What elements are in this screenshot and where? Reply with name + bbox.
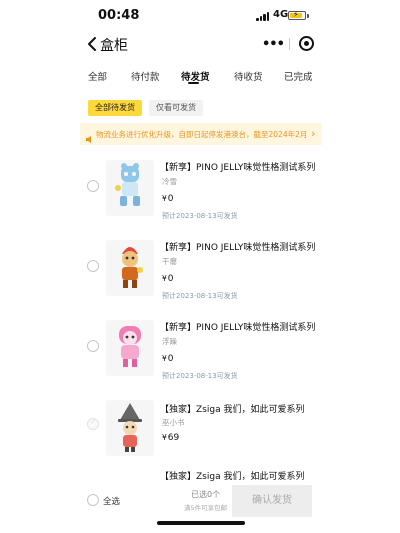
item-price: ¥69 [162, 433, 179, 443]
item-select-radio[interactable] [87, 340, 99, 352]
list-item: 【独家】Zsiga 我们，如此可爱系列 [0, 466, 400, 482]
speaker-icon [85, 129, 94, 143]
order-status-tabs: 全部 待付款 待发货 待收货 已完成 [0, 64, 400, 88]
capsule-divider [289, 38, 290, 50]
product-image[interactable] [106, 400, 154, 456]
item-variant: 冷雪 [162, 177, 177, 186]
list-item: 【新享】PINO JELLY味觉性格测试系列 浮躁 ¥0 预计2023-08-1… [0, 318, 400, 398]
list-item: 【新享】PINO JELLY味觉性格测试系列 干瘪 ¥0 预计2023-08-1… [0, 238, 400, 318]
price-currency: ¥ [162, 274, 167, 283]
item-variant: 干瘪 [162, 257, 177, 266]
notice-text: 物流业务进行优化升级，自即日起停发港澳台，截至2024年2月28日 [96, 130, 308, 139]
network-type: 4G [273, 9, 289, 20]
tab-pending-payment[interactable]: 待付款 [131, 69, 160, 83]
cellular-signal-icon [256, 12, 270, 21]
tab-pending-shipment[interactable]: 待发货 [181, 69, 210, 83]
item-ship-date: 预计2023-08-13可发货 [162, 292, 238, 300]
item-price: ¥0 [162, 274, 174, 284]
status-time: 00:48 [98, 8, 140, 23]
status-bar: 00:48 4G ⚡ [0, 0, 400, 30]
item-title: 【新享】PINO JELLY味觉性格测试系列 [160, 163, 316, 173]
chevron-right-icon: › [311, 127, 316, 140]
item-variant: 巫小书 [162, 418, 185, 427]
item-title: 【新享】PINO JELLY味觉性格测试系列 [160, 243, 316, 253]
price-value: 69 [167, 433, 180, 443]
item-ship-date: 预计2023-08-13可发货 [162, 372, 238, 380]
price-currency: ¥ [162, 433, 167, 442]
confirm-ship-button[interactable]: 确认发货 [232, 485, 312, 517]
price-value: 0 [167, 194, 174, 204]
item-title: 【独家】Zsiga 我们，如此可爱系列 [160, 405, 305, 415]
item-price: ¥0 [162, 354, 174, 364]
bottom-action-bar: 全选 已选0个 满5件可享包邮 确认发货 [0, 482, 400, 533]
mini-program-capsule: ••• [258, 33, 318, 55]
item-title: 【新享】PINO JELLY味觉性格测试系列 [160, 323, 316, 333]
shipping-hint: 满5件可享包邮 [184, 504, 228, 512]
page-title: 盒柜 [100, 38, 128, 54]
navigation-bar: 盒柜 ••• [0, 30, 400, 58]
price-value: 0 [167, 274, 174, 284]
tab-pending-receipt[interactable]: 待收货 [234, 69, 263, 83]
item-ship-date: 预计2023-08-13可发货 [162, 212, 238, 220]
notice-banner[interactable]: 物流业务进行优化升级，自即日起停发港澳台，截至2024年2月28日 › [80, 123, 322, 145]
active-tab-indicator [188, 82, 199, 84]
item-select-radio[interactable] [87, 260, 99, 272]
home-indicator [157, 521, 245, 525]
filter-only-shippable-chip[interactable]: 仅看可发货 [149, 100, 203, 116]
close-target-icon[interactable] [299, 36, 314, 51]
product-image[interactable] [106, 240, 154, 296]
tab-completed[interactable]: 已完成 [284, 69, 313, 83]
price-currency: ¥ [162, 194, 167, 203]
tab-all[interactable]: 全部 [88, 69, 107, 83]
back-arrow-icon[interactable] [86, 35, 100, 53]
list-item: 【新享】PINO JELLY味觉性格测试系列 冷雪 ¥0 预计2023-08-1… [0, 158, 400, 238]
item-select-radio[interactable] [87, 180, 99, 192]
product-image[interactable] [106, 320, 154, 376]
item-select-radio-disabled[interactable] [87, 417, 99, 430]
selected-count: 已选0个 [191, 490, 221, 499]
product-image[interactable] [106, 160, 154, 216]
item-variant: 浮躁 [162, 337, 177, 346]
item-price: ¥0 [162, 194, 174, 204]
price-currency: ¥ [162, 354, 167, 363]
select-all-label[interactable]: 全选 [103, 495, 120, 507]
battery-charging-icon: ⚡ [288, 10, 306, 20]
battery-tip [307, 14, 309, 18]
more-dots-icon[interactable]: ••• [262, 37, 285, 52]
select-all-radio[interactable] [87, 494, 99, 506]
item-title: 【独家】Zsiga 我们，如此可爱系列 [160, 472, 305, 482]
filter-all-pending-chip[interactable]: 全部待发货 [88, 100, 142, 116]
price-value: 0 [167, 354, 174, 364]
